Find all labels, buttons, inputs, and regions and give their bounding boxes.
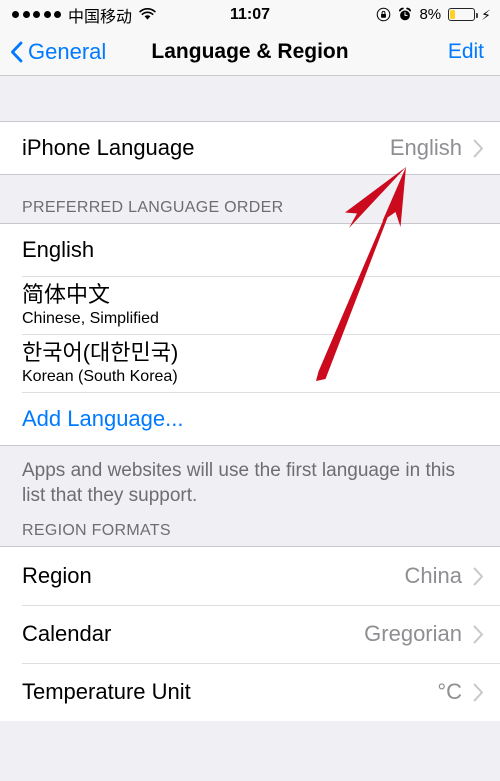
chevron-right-icon xyxy=(473,683,484,702)
edit-button[interactable]: Edit xyxy=(448,29,484,75)
row-iphone-language[interactable]: iPhone Language English xyxy=(0,122,500,174)
group-iphone-language: iPhone Language English xyxy=(0,121,500,175)
group-region-formats: Region China Calendar Gregorian Temperat… xyxy=(0,546,500,721)
battery-icon xyxy=(448,8,478,21)
row-calendar[interactable]: Calendar Gregorian xyxy=(0,605,500,663)
language-english-name: Chinese, Simplified xyxy=(22,310,159,327)
page-title: Language & Region xyxy=(151,40,349,63)
row-region-label: Region xyxy=(22,563,92,588)
top-spacer xyxy=(0,76,500,121)
iphone-settings-screen: 中国移动 11:07 8% ⚡ General Language & Regio… xyxy=(0,0,500,781)
language-name: English xyxy=(22,237,95,262)
section-header-region-formats: REGION FORMATS xyxy=(0,512,500,546)
row-add-language[interactable]: Add Language... xyxy=(0,392,500,445)
lightning-bolt-icon: ⚡ xyxy=(481,6,491,23)
add-language-label: Add Language... xyxy=(22,405,184,431)
status-bar: 中国移动 11:07 8% ⚡ xyxy=(0,0,500,29)
list-item-language-english[interactable]: English xyxy=(0,224,500,276)
battery-percentage: 8% xyxy=(419,6,442,23)
language-english-name: Korean (South Korea) xyxy=(22,368,178,385)
alarm-clock-icon xyxy=(398,7,412,22)
language-names: 한국어(대한민국) Korean (South Korea) xyxy=(22,340,484,386)
chevron-right-icon xyxy=(473,625,484,644)
footer-note-preferred-language-order: Apps and websites will use the first lan… xyxy=(0,446,500,512)
language-native-name: 한국어(대한민국) xyxy=(22,340,179,365)
status-bar-right: 8% ⚡ xyxy=(376,6,491,23)
row-iphone-language-label: iPhone Language xyxy=(22,135,195,160)
chevron-right-icon xyxy=(473,139,484,158)
row-temperature-unit[interactable]: Temperature Unit °C xyxy=(0,663,500,721)
language-native-name: 简体中文 xyxy=(22,282,111,307)
settings-list[interactable]: iPhone Language English PREFERRED LANGUA… xyxy=(0,76,500,781)
row-calendar-value: Gregorian xyxy=(364,621,462,646)
row-calendar-label: Calendar xyxy=(22,621,112,646)
row-temperature-unit-value: °C xyxy=(437,679,462,704)
list-item-language-chinese[interactable]: 简体中文 Chinese, Simplified xyxy=(0,276,500,334)
row-iphone-language-value: English xyxy=(389,135,462,160)
chevron-right-icon xyxy=(473,567,484,586)
rotation-lock-icon xyxy=(376,7,391,22)
row-temperature-unit-label: Temperature Unit xyxy=(22,679,191,704)
row-region[interactable]: Region China xyxy=(0,547,500,605)
group-preferred-languages: English 简体中文 Chinese, Simplified 한국어(대한민… xyxy=(0,223,500,446)
list-item-language-korean[interactable]: 한국어(대한민국) Korean (South Korea) xyxy=(0,334,500,392)
language-names: 简体中文 Chinese, Simplified xyxy=(22,282,484,328)
navigation-bar: General Language & Region Edit xyxy=(0,29,500,76)
section-header-preferred-language-order: PREFERRED LANGUAGE ORDER xyxy=(0,175,500,223)
row-region-value: China xyxy=(404,563,462,588)
